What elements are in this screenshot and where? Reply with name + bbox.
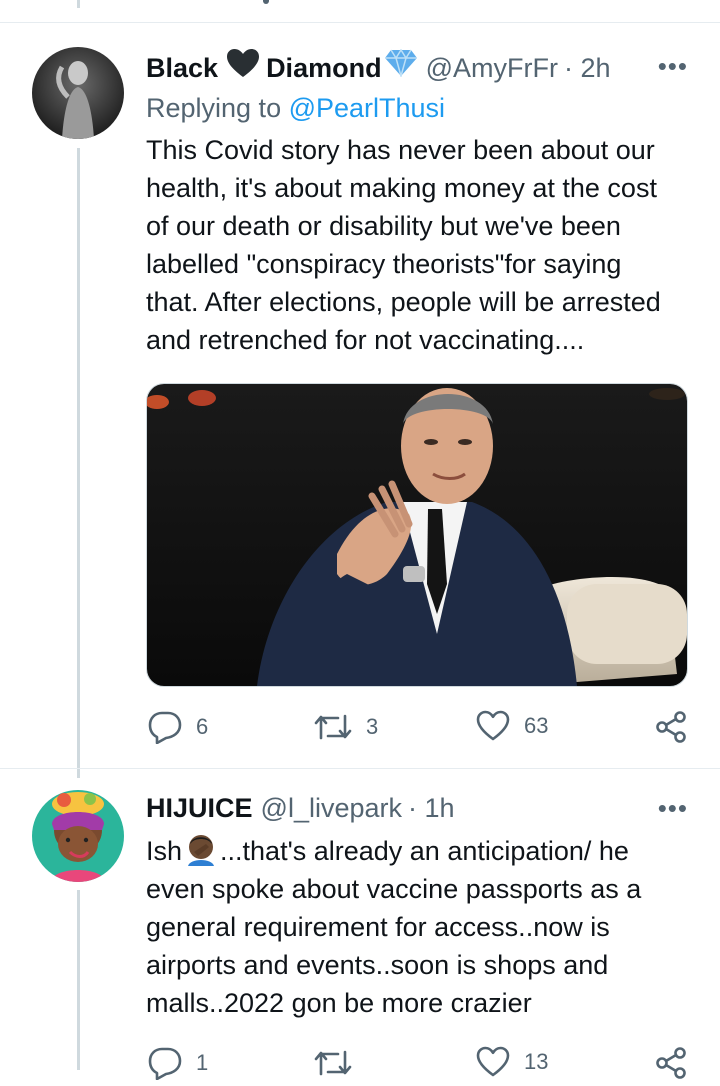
tweet-text: This Covid story has never been about ou… [146, 131, 696, 359]
reply-icon [148, 1046, 182, 1080]
display-name-first[interactable]: Black [146, 50, 218, 86]
like-button[interactable]: 13 [476, 1046, 548, 1078]
avatar-amyfrfr[interactable] [32, 47, 124, 139]
tweet-text-line: airports and events..soon is shops and [146, 950, 609, 980]
tweet-media-photo[interactable] [146, 383, 688, 687]
black-heart-icon [226, 48, 260, 87]
tweet-text-line: general requirement for access..now is [146, 912, 610, 942]
tweet-text: Ish ...that's already an anticipation/ he… [146, 832, 696, 1022]
diamond-icon [384, 48, 418, 86]
reply-icon [148, 710, 182, 744]
username[interactable]: @AmyFrFr [426, 50, 558, 86]
tweet-text-line: of our death or disability but we've bee… [146, 211, 621, 241]
tweet-text-line: even spoke about vaccine passports as a [146, 874, 642, 904]
tweet-amyfrfr[interactable]: Black Diamond @AmyFrFr · 2h ••• Replying… [0, 0, 720, 780]
more-options-button[interactable]: ••• [658, 48, 688, 84]
retweet-icon [314, 1046, 352, 1080]
tweet-actions: 1 13 [146, 1046, 690, 1086]
reply-button[interactable]: 1 [148, 1046, 208, 1080]
retweet-icon [314, 710, 352, 744]
heart-icon [476, 710, 510, 742]
tweet-text-line: that. After elections, people will be ar… [146, 287, 661, 317]
like-count: 63 [524, 713, 549, 738]
display-name-second[interactable]: Diamond [266, 50, 382, 86]
username[interactable]: @l_livepark [261, 790, 402, 826]
tweet-text-line: labelled "conspiracy theorists"for sayin… [146, 249, 622, 279]
tweet-text-line: and retrenched for not vaccinating.... [146, 325, 585, 355]
tweet-hijuice[interactable]: HIJUICE @l_livepark · 1h ••• Ish ...that'… [0, 770, 720, 1080]
tweet-header: HIJUICE @l_livepark · 1h ••• [146, 790, 696, 826]
tweet-text-segment: Ish [146, 836, 183, 866]
person-facepalming-emoji-icon [184, 832, 218, 866]
retweet-button[interactable] [314, 1046, 352, 1080]
tweet-text-line: This Covid story has never been about ou… [146, 135, 655, 165]
thread-line-2 [77, 890, 80, 1070]
timestamp[interactable]: · 2h [564, 50, 611, 86]
tweet-text-line: Ish ...that's already an anticipation/ he [146, 832, 696, 870]
reply-count: 6 [196, 714, 209, 739]
reply-button[interactable]: 6 [148, 710, 208, 744]
timestamp[interactable]: · 1h [408, 790, 455, 826]
tweet-separator [0, 768, 720, 769]
share-icon [654, 710, 688, 744]
avatar-hijuice[interactable] [32, 790, 124, 882]
tweet-actions: 6 3 63 [146, 710, 690, 750]
tweet-header: Black Diamond @AmyFrFr · 2h ••• [146, 48, 696, 87]
tweet-text-line: health, it's about making money at the c… [146, 173, 657, 203]
like-count: 13 [524, 1049, 549, 1074]
replying-to: Replying to @PearlThusi [146, 90, 445, 126]
display-name[interactable]: HIJUICE [146, 790, 253, 826]
share-button[interactable] [654, 1046, 688, 1080]
heart-icon [476, 1046, 510, 1078]
retweet-button[interactable]: 3 [314, 710, 378, 744]
replying-to-label: Replying to [146, 93, 289, 123]
replying-to-mention[interactable]: @PearlThusi [289, 93, 445, 123]
share-icon [654, 1046, 688, 1080]
more-options-button[interactable]: ••• [658, 790, 688, 826]
share-button[interactable] [654, 710, 688, 744]
tweet-text-segment: ...that's already an anticipation/ he [220, 836, 629, 866]
like-button[interactable]: 63 [476, 710, 548, 742]
thread-line-1 [77, 148, 80, 778]
retweet-count: 3 [366, 714, 379, 739]
reply-count: 1 [196, 1050, 209, 1075]
tweet-text-line: malls..2022 gon be more crazier [146, 988, 532, 1018]
